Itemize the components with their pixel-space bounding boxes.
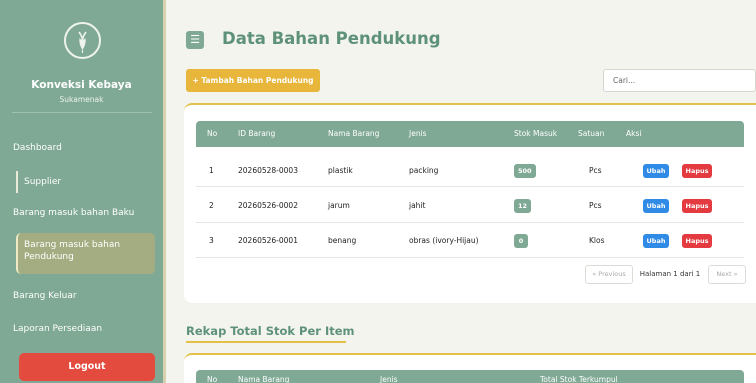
rekap-column-header-jenis: Jenis [380, 375, 398, 383]
column-header-stok-masuk: Stok Masuk [514, 129, 558, 138]
stok-badge: 0 [514, 234, 528, 248]
sidebar-item-label: Laporan Persediaan [13, 324, 103, 334]
edit-button[interactable]: Ubah [643, 234, 669, 248]
row-divider [196, 222, 744, 223]
cell-jenis: packing [409, 166, 439, 175]
rekap-column-header-nama-barang: Nama Barang [238, 375, 290, 383]
cell-jenis: obras (ivory-Hijau) [409, 236, 479, 245]
sidebar-item-supplier[interactable]: Supplier [16, 171, 144, 193]
rekap-column-header-total-stok: Total Stok Terkumpul [540, 375, 618, 383]
delete-button[interactable]: Hapus [682, 199, 712, 213]
cell-id-barang: 20260528-0003 [238, 166, 298, 175]
sidebar-divider [12, 112, 152, 113]
sidebar-item-label: Supplier [24, 177, 62, 187]
brand-location: Sukamenak [59, 95, 104, 104]
pagination-previous-button[interactable]: « Previous [585, 265, 633, 284]
add-bahan-pendukung-button[interactable]: + Tambah Bahan Pendukung [186, 69, 320, 92]
brand-name: Konveksi Kebaya [31, 79, 132, 91]
cell-id-barang: 20260526-0002 [238, 201, 298, 210]
cell-nama-barang: benang [328, 236, 357, 245]
section-title-rekap: Rekap Total Stok Per Item [186, 324, 355, 338]
column-header-satuan: Satuan [578, 129, 605, 138]
sidebar-item-label: Barang Keluar [13, 291, 77, 301]
cell-nama-barang: jarum [328, 201, 350, 210]
column-header-id-barang: ID Barang [238, 129, 276, 138]
pagination-info: Halaman 1 dari 1 [639, 270, 701, 278]
page-title: Data Bahan Pendukung [222, 29, 441, 48]
pagination-next-button[interactable]: Next » [708, 265, 746, 284]
sidebar-item-label: Barang masuk bahan Pendukung [24, 240, 121, 262]
search-input[interactable] [603, 69, 756, 92]
sidebar-border [163, 0, 166, 383]
column-header-nama-barang: Nama Barang [328, 129, 380, 138]
column-header-aksi: Aksi [626, 129, 642, 138]
cell-satuan: Pcs [589, 166, 602, 175]
delete-button[interactable]: Hapus [682, 234, 712, 248]
sidebar-item-label: Barang masuk bahan Baku [13, 208, 135, 218]
row-divider [196, 186, 744, 187]
column-header-no: No [207, 129, 218, 138]
cell-no: 2 [209, 201, 214, 210]
delete-button[interactable]: Hapus [682, 164, 712, 178]
sidebar-item-barang-masuk-bahan-pendukung[interactable]: Barang masuk bahan Pendukung [16, 233, 155, 274]
cell-jenis: jahit [409, 201, 426, 210]
logout-button[interactable]: Logout [19, 353, 155, 381]
edit-button[interactable]: Ubah [643, 164, 669, 178]
edit-button[interactable]: Ubah [643, 199, 669, 213]
cell-satuan: Klos [589, 236, 605, 245]
sidebar-item-label: Dashboard [13, 143, 62, 153]
stok-badge: 500 [514, 164, 536, 178]
cell-no: 3 [209, 236, 214, 245]
rekap-column-header-no: No [207, 375, 218, 383]
row-divider [196, 257, 744, 258]
column-header-jenis: Jenis [409, 129, 427, 138]
cell-id-barang: 20260526-0001 [238, 236, 298, 245]
cell-satuan: Pcs [589, 201, 602, 210]
section-title-underline [186, 341, 346, 343]
sidebar-item-barang-masuk-bahan-baku[interactable]: Barang masuk bahan Baku [13, 204, 153, 222]
cell-nama-barang: plastik [328, 166, 353, 175]
cell-no: 1 [209, 166, 214, 175]
table-header [196, 121, 744, 147]
sidebar-item-barang-keluar[interactable]: Barang Keluar [13, 287, 153, 305]
sidebar-item-dashboard[interactable]: Dashboard [13, 139, 153, 157]
menu-icon[interactable]: ☰ [186, 31, 204, 49]
brand-logo-icon [64, 22, 101, 59]
sidebar-item-laporan-persediaan[interactable]: Laporan Persediaan [13, 320, 153, 338]
stok-badge: 12 [514, 199, 532, 213]
